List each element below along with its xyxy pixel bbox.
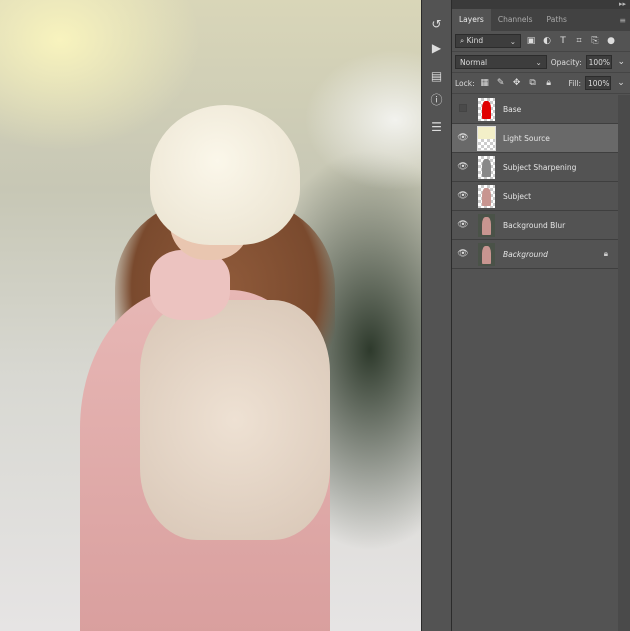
panel-dock: ↺ ▶ ▤ ⓘ ☰ [421, 0, 452, 631]
layer-row[interactable]: 👁︎ Subject [452, 182, 618, 211]
history-icon[interactable]: ↺ [422, 12, 451, 36]
info-icon[interactable]: ⓘ [422, 87, 451, 111]
eye-icon[interactable]: 👁︎ [452, 133, 474, 143]
blend-mode-value: Normal [460, 57, 488, 67]
opacity-input[interactable]: 100% [585, 55, 612, 69]
panel-top-bar: ◂◂ ▸▸ [421, 0, 630, 9]
layer-comps-icon[interactable]: ☰ [422, 115, 451, 139]
layers-panel: Layers Channels Paths ≡ ⌕ Kind ⌄ ▣ ◐ T ⌗ … [452, 9, 630, 631]
panel-menu-icon[interactable]: ≡ [619, 16, 626, 25]
pixel-filter-icon[interactable]: ▣ [525, 35, 537, 47]
adjustment-filter-icon[interactable]: ◐ [541, 35, 553, 47]
eye-icon[interactable]: 👁︎ [452, 162, 474, 172]
filter-toggle-icon[interactable]: ● [605, 35, 617, 47]
opacity-label: Opacity: [550, 57, 582, 67]
lock-artboard-icon[interactable]: ⧉ [527, 77, 539, 89]
blend-mode-select[interactable]: Normal ⌄ [455, 55, 547, 69]
layer-thumbnail [477, 125, 496, 151]
photo-scarf [150, 250, 230, 320]
layer-name: Background [503, 249, 548, 259]
layers-scrollbar[interactable] [618, 95, 630, 631]
panel-tabs: Layers Channels Paths ≡ [452, 9, 630, 31]
actions-play-icon[interactable]: ▶ [422, 36, 451, 60]
layer-name: Background Blur [503, 220, 566, 230]
layer-list: Base 👁︎ Light Source 👁︎ Subject Sharpening… [452, 95, 618, 269]
lock-row: Lock: ▦ ✎ ✥ ⧉ 🔒︎ Fill: 100% ⌄ [452, 73, 630, 94]
opacity-value: 100% [588, 57, 611, 67]
layer-row[interactable]: Base [452, 95, 618, 124]
chevron-down-icon: ⌄ [509, 36, 516, 46]
lock-image-icon[interactable]: ✎ [495, 77, 507, 89]
tab-channels[interactable]: Channels [491, 9, 540, 31]
type-filter-icon[interactable]: T [557, 35, 569, 47]
layer-thumbnail [478, 184, 495, 208]
document-canvas[interactable] [0, 0, 421, 631]
eye-icon[interactable]: 👁︎ [452, 220, 474, 230]
lock-position-icon[interactable]: ✥ [511, 77, 523, 89]
layer-name: Subject [503, 191, 532, 201]
collapse-right-icon[interactable]: ▸▸ [619, 0, 626, 9]
blend-row: Normal ⌄ Opacity: 100% ⌄ [452, 52, 630, 73]
properties-icon[interactable]: ▤ [422, 64, 451, 88]
layer-name: Subject Sharpening [503, 162, 577, 172]
lock-icon: 🔒︎ [603, 249, 608, 258]
tab-layers[interactable]: Layers [452, 9, 491, 31]
lock-label: Lock: [455, 78, 475, 88]
layer-row[interactable]: 👁︎ Background 🔒︎ [452, 240, 618, 269]
fill-input[interactable]: 100% [585, 76, 611, 90]
photo-hat [150, 105, 300, 245]
search-icon: ⌕ [460, 36, 467, 45]
layer-row-selected[interactable]: 👁︎ Light Source [452, 124, 618, 153]
eye-icon[interactable]: 👁︎ [452, 249, 474, 259]
lock-all-icon[interactable]: 🔒︎ [543, 77, 555, 89]
lock-transparent-icon[interactable]: ▦ [479, 77, 491, 89]
layer-thumbnail [478, 97, 495, 121]
layer-row[interactable]: 👁︎ Background Blur [452, 211, 618, 240]
shape-filter-icon[interactable]: ⌗ [573, 35, 585, 47]
smart-object-filter-icon[interactable]: ⎘ [589, 35, 601, 47]
chevron-down-icon: ⌄ [535, 57, 542, 67]
layer-thumbnail [478, 155, 495, 179]
photo-vest [140, 300, 330, 540]
tab-paths[interactable]: Paths [540, 9, 574, 31]
filter-row: ⌕ Kind ⌄ ▣ ◐ T ⌗ ⎘ ● [452, 31, 630, 52]
fill-label: Fill: [568, 78, 581, 88]
layer-name: Light Source [503, 133, 550, 143]
fill-dropdown-icon[interactable]: ⌄ [615, 77, 627, 89]
fill-value: 100% [588, 78, 610, 88]
layer-thumbnail [478, 213, 495, 237]
layer-thumbnail [478, 242, 495, 266]
filter-kind-value: Kind [466, 36, 484, 45]
layer-row[interactable]: 👁︎ Subject Sharpening [452, 153, 618, 182]
filter-kind-select[interactable]: ⌕ Kind ⌄ [455, 34, 521, 48]
opacity-dropdown-icon[interactable]: ⌄ [616, 56, 627, 68]
layer-name: Base [503, 104, 522, 114]
eye-icon[interactable]: 👁︎ [452, 191, 474, 201]
visibility-toggle-off[interactable] [452, 103, 474, 115]
